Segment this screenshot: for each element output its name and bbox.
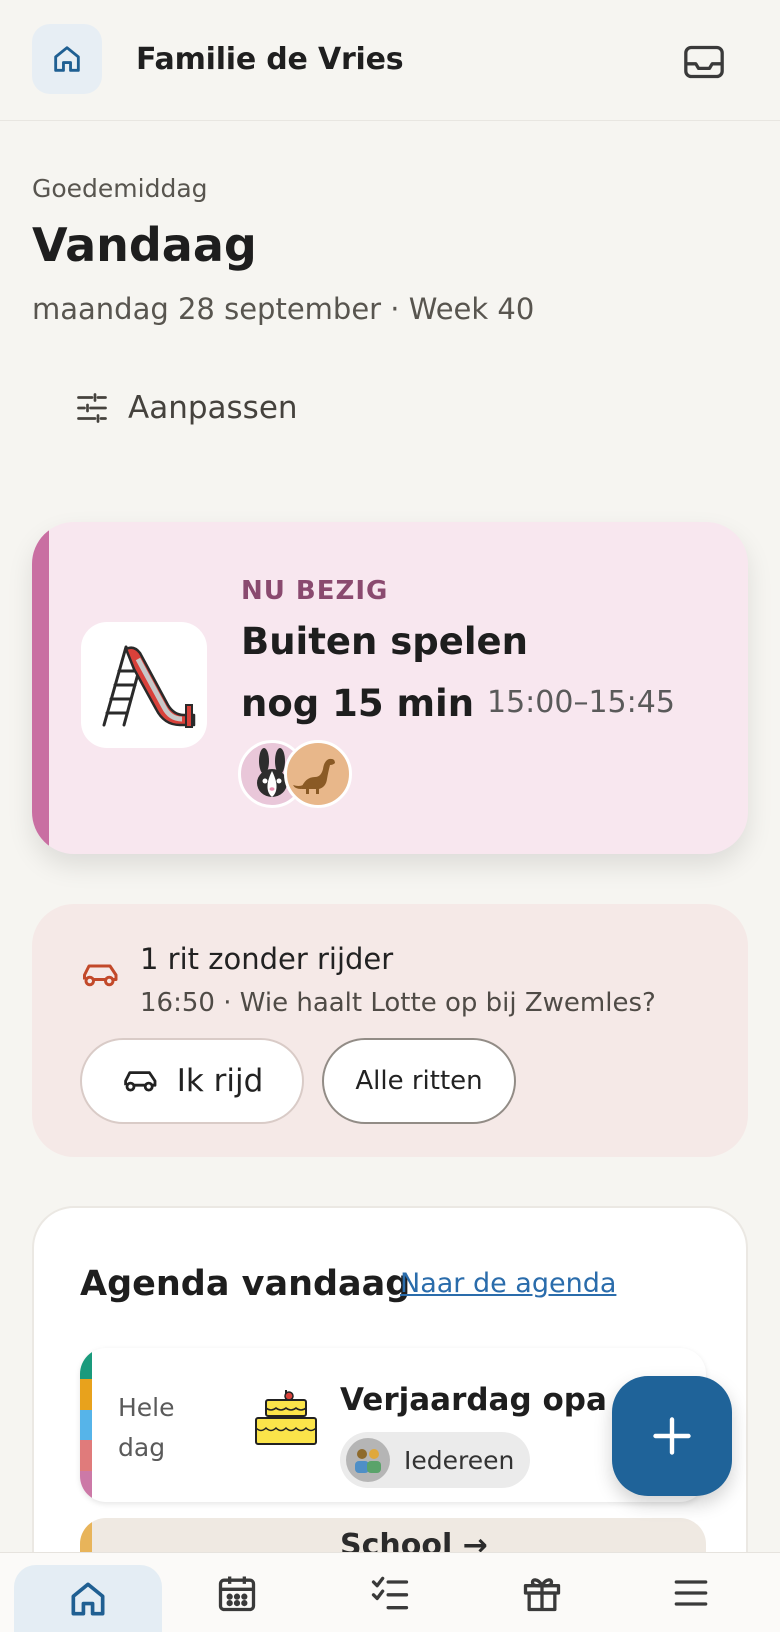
birthday-cake-icon (255, 1390, 317, 1445)
page-title: Vandaag (32, 218, 257, 272)
family-icon (346, 1438, 390, 1482)
home-icon (54, 46, 80, 72)
card-accent-stripe (32, 522, 49, 854)
inbox-icon (684, 45, 724, 79)
agenda-title: Agenda vandaag (80, 1264, 411, 1304)
nav-menu[interactable] (616, 1553, 766, 1632)
event-time: Hele dag (118, 1388, 208, 1468)
current-activity-card[interactable]: NU BEZIG Buiten spelen nog 15 min 15:00–… (32, 522, 748, 854)
calendar-icon (218, 1576, 256, 1612)
all-rides-label: Alle ritten (355, 1066, 483, 1096)
dinosaur-icon (293, 758, 335, 794)
menu-icon (674, 1580, 708, 1606)
participants-label: Iedereen (404, 1445, 515, 1475)
home-icon (71, 1582, 105, 1616)
all-rides-button[interactable]: Alle ritten (322, 1038, 516, 1124)
now-busy-label: NU BEZIG (241, 576, 389, 606)
dinosaur-avatar (284, 740, 352, 808)
car-icon (123, 1071, 157, 1092)
event-title: Verjaardag opa (340, 1382, 607, 1418)
nav-home[interactable] (14, 1565, 162, 1632)
ride-subtitle: 16:50 · Wie haalt Lotte op bij Zwemles? (140, 988, 656, 1018)
activity-title: Buiten spelen (241, 620, 528, 663)
slide-icon (102, 645, 196, 728)
nav-tasks[interactable] (315, 1553, 465, 1632)
customize-button[interactable]: Aanpassen (60, 372, 312, 444)
plus-icon (653, 1417, 691, 1455)
top-bar: Familie de Vries (0, 0, 780, 121)
bottom-navigation (0, 1552, 780, 1632)
ride-title: 1 rit zonder rijder (140, 942, 394, 976)
event-color-bar (80, 1348, 92, 1502)
participants-chip: Iedereen (340, 1432, 530, 1488)
home-button[interactable] (32, 24, 102, 94)
ride-alert-card: 1 rit zonder rijder 16:50 · Wie haalt Lo… (32, 904, 748, 1157)
gift-icon (523, 1578, 561, 1612)
activity-icon-box (81, 622, 207, 748)
sliders-icon (77, 393, 107, 423)
greeting-text: Goedemiddag (32, 174, 208, 203)
nav-gifts[interactable] (467, 1553, 617, 1632)
nav-calendar[interactable] (162, 1553, 312, 1632)
event-time-line1: Hele (118, 1393, 175, 1422)
checklist-icon (371, 1576, 409, 1610)
customize-label: Aanpassen (128, 390, 298, 426)
activity-time-range: 15:00–15:45 (487, 685, 675, 720)
family-title: Familie de Vries (136, 42, 404, 77)
participant-avatars (238, 740, 398, 812)
to-agenda-link[interactable]: Naar de agenda (400, 1268, 616, 1299)
time-remaining: nog 15 min (241, 682, 475, 725)
i-drive-label: Ik rijd (176, 1063, 264, 1099)
event-time-line2: dag (118, 1433, 166, 1462)
car-icon (83, 964, 118, 987)
inbox-button[interactable] (674, 36, 734, 88)
add-button[interactable] (612, 1376, 732, 1496)
date-line: maandag 28 september · Week 40 (32, 292, 535, 326)
i-drive-button[interactable]: Ik rijd (80, 1038, 304, 1124)
